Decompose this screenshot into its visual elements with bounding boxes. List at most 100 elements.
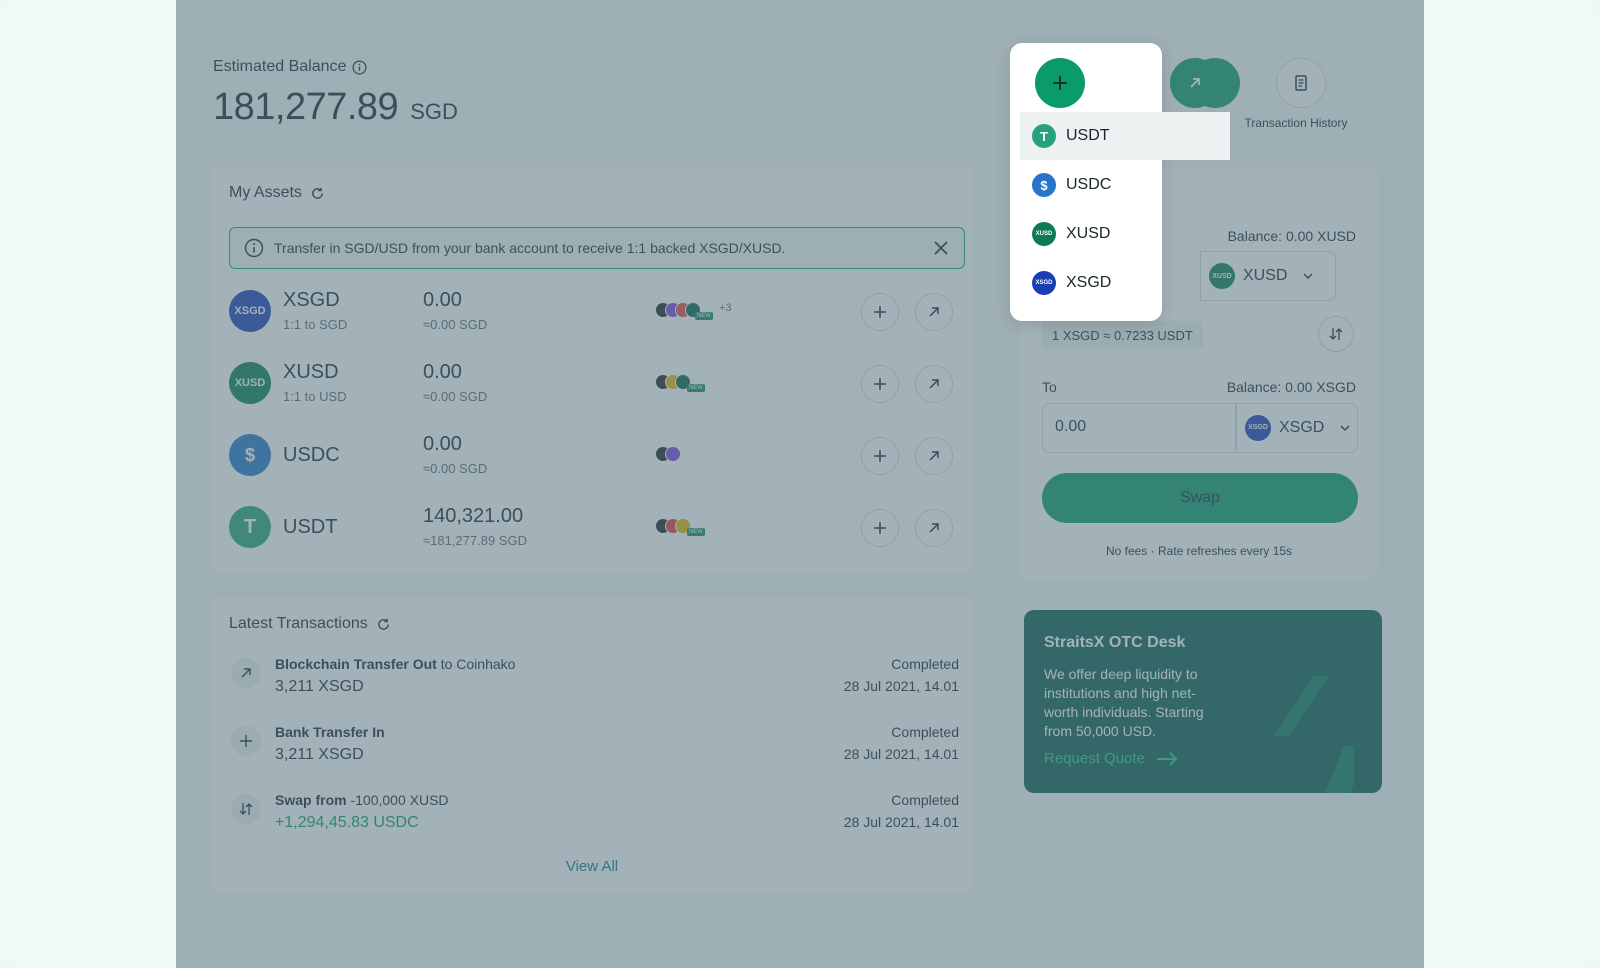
swap-direction-button[interactable] — [1318, 316, 1354, 352]
deposit-button[interactable] — [861, 293, 899, 331]
info-icon[interactable] — [352, 60, 367, 75]
app-shell: Estimated Balance 181,277.89 SGD Transac… — [176, 0, 1424, 968]
send-button[interactable] — [1170, 58, 1220, 108]
asset-amount: 140,321.00 — [423, 505, 524, 527]
dropdown-item-xusd[interactable]: XUSD XUSD — [1020, 210, 1160, 258]
latest-transactions-card: Latest Transactions Blockchain Transfer … — [210, 598, 974, 894]
deposit-button[interactable] — [861, 437, 899, 475]
close-icon[interactable] — [932, 239, 950, 257]
asset-name: USDC — [283, 444, 340, 466]
transaction-label: Blockchain Transfer Out to Coinhako — [275, 656, 516, 672]
asset-approx: ≈0.00 SGD — [423, 317, 488, 332]
arrow-up-right-icon — [929, 379, 939, 389]
transaction-amount: 3,211 XSGD — [275, 746, 364, 763]
exchange-rate: 1 XSGD ≈ 0.7233 USDT — [1042, 321, 1203, 349]
asset-name: XSGD — [283, 289, 340, 311]
arrow-up-right-icon — [1190, 78, 1200, 88]
to-balance: Balance: 0.00 XSGD — [1226, 379, 1356, 395]
banner-text: Transfer in SGD/USD from your bank accou… — [274, 240, 786, 256]
chain-icons: NEW +3 — [655, 302, 745, 324]
dropdown-item-label: USDT — [1066, 127, 1110, 144]
my-assets-header: My Assets — [229, 184, 325, 202]
plus-icon — [1053, 76, 1067, 90]
transaction-amount: +1,294,45.83 USDC — [275, 814, 419, 831]
transaction-date: 28 Jul 2021, 14.01 — [843, 814, 959, 830]
transaction-date: 28 Jul 2021, 14.01 — [843, 746, 959, 762]
asset-amount: 0.00 — [423, 289, 462, 311]
from-token-select[interactable]: XUSD XUSD — [1200, 251, 1336, 301]
send-button[interactable] — [915, 293, 953, 331]
transaction-history-button[interactable] — [1276, 58, 1326, 108]
asset-row[interactable]: $ USDC 0.00 ≈0.00 SGD — [229, 428, 969, 484]
send-button[interactable] — [915, 509, 953, 547]
asset-sub: 1:1 to USD — [283, 389, 347, 404]
from-token-label: XUSD — [1243, 267, 1288, 284]
transaction-status: Completed — [891, 656, 959, 672]
info-banner: Transfer in SGD/USD from your bank accou… — [229, 227, 965, 269]
asset-approx: ≈181,277.89 SGD — [423, 533, 527, 548]
refresh-icon[interactable] — [376, 617, 391, 632]
swap-icon — [231, 794, 261, 824]
plus-icon — [874, 378, 886, 390]
usdt-coin-icon: T — [1032, 124, 1056, 148]
xsgd-coin-icon: XSGD — [1032, 271, 1056, 295]
plus-icon — [874, 522, 886, 534]
balance-amount: 181,277.89 — [213, 86, 399, 128]
xsgd-coin-icon: XSGD — [1245, 414, 1271, 441]
transaction-row[interactable]: Swap from -100,000 XUSD +1,294,45.83 USD… — [229, 790, 959, 840]
chain-icons — [655, 446, 715, 468]
new-badge: NEW — [687, 528, 705, 536]
asset-row[interactable]: T USDT 140,321.00 ≈181,277.89 SGD NEW — [229, 500, 969, 556]
transaction-row[interactable]: Blockchain Transfer Out to Coinhako 3,21… — [229, 654, 959, 704]
transaction-status: Completed — [891, 792, 959, 808]
dropdown-item-label: XSGD — [1066, 274, 1112, 291]
to-label: To — [1042, 379, 1057, 395]
transaction-row[interactable]: Bank Transfer In 3,211 XSGD Completed 28… — [229, 722, 959, 772]
asset-approx: ≈0.00 SGD — [423, 461, 488, 476]
to-token-select[interactable]: XSGD XSGD — [1237, 404, 1357, 451]
send-button[interactable] — [915, 365, 953, 403]
chevron-down-icon — [1303, 273, 1313, 280]
usdc-coin-icon: $ — [229, 434, 271, 476]
xsgd-coin-icon: XSGD — [229, 290, 271, 332]
refresh-icon[interactable] — [310, 186, 325, 201]
extra-chains: +3 — [719, 302, 732, 314]
transaction-label: Swap from -100,000 XUSD — [275, 792, 449, 808]
asset-row[interactable]: XUSD XUSD 1:1 to USD 0.00 ≈0.00 SGD NEW — [229, 356, 969, 412]
receipt-icon — [1295, 75, 1307, 91]
asset-amount: 0.00 — [423, 361, 462, 383]
balance-amount-row: 181,277.89 SGD — [213, 86, 458, 129]
deposit-button[interactable] — [861, 365, 899, 403]
swap-button[interactable]: Swap — [1042, 473, 1358, 523]
new-badge: NEW — [687, 384, 705, 392]
my-assets-title: My Assets — [229, 184, 302, 201]
arrow-up-right-icon — [929, 307, 939, 317]
xusd-coin-icon: XUSD — [1209, 263, 1235, 289]
arrow-up-right-icon — [929, 451, 939, 461]
transaction-amount: 3,211 XSGD — [275, 678, 364, 695]
transactions-title: Latest Transactions — [229, 615, 368, 632]
balance-label: Estimated Balance — [213, 58, 347, 75]
deposit-button[interactable] — [1035, 58, 1085, 108]
usdt-coin-icon: T — [229, 506, 271, 548]
asset-approx: ≈0.00 SGD — [423, 389, 488, 404]
request-quote-link[interactable]: Request Quote — [1044, 750, 1179, 767]
deposit-button[interactable] — [861, 509, 899, 547]
transaction-date: 28 Jul 2021, 14.01 — [843, 678, 959, 694]
asset-name: XUSD — [283, 361, 339, 383]
xusd-coin-icon: XUSD — [229, 362, 271, 404]
dropdown-item-usdt[interactable]: T USDT — [1020, 112, 1230, 160]
view-all-link[interactable]: View All — [210, 858, 974, 875]
swap-icon — [1329, 328, 1343, 340]
transaction-history-label: Transaction History — [1244, 116, 1348, 130]
dropdown-item-usdc[interactable]: $ USDC — [1020, 161, 1160, 209]
to-amount-input[interactable]: 0.00 — [1055, 418, 1086, 436]
asset-row[interactable]: XSGD XSGD 1:1 to SGD 0.00 ≈0.00 SGD NEW … — [229, 284, 969, 340]
dropdown-item-xsgd[interactable]: XSGD XSGD — [1020, 259, 1160, 307]
transaction-status: Completed — [891, 724, 959, 740]
chain-icons: NEW — [655, 518, 735, 540]
send-button[interactable] — [915, 437, 953, 475]
banner-info-icon — [244, 238, 264, 258]
to-field: 0.00 XSGD XSGD — [1042, 403, 1358, 453]
dropdown-item-label: USDC — [1066, 176, 1112, 193]
